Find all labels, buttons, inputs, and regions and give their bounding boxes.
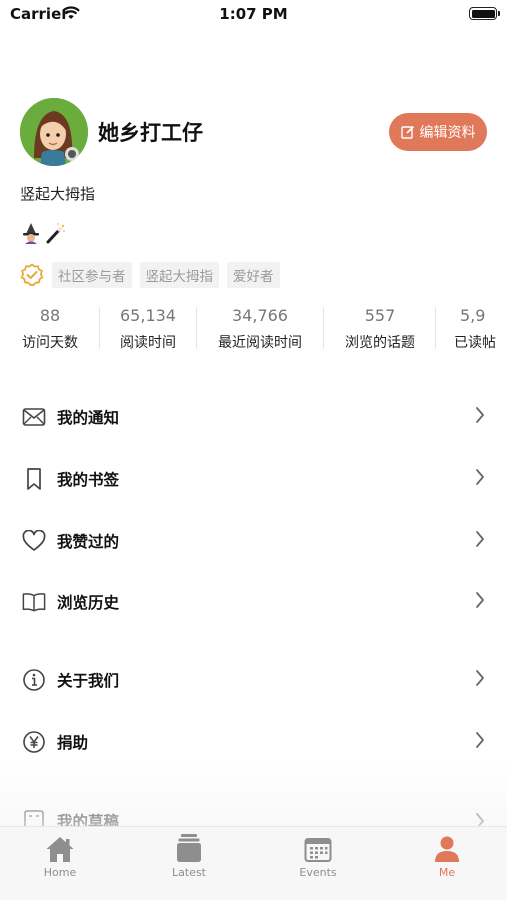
yen-icon: [22, 730, 46, 754]
username: 她乡打工仔: [98, 121, 203, 145]
stat-value: 65,134: [120, 306, 176, 325]
stat-value: 88: [39, 306, 61, 325]
badge-tag[interactable]: 社区参与者: [52, 262, 132, 288]
stat-value: 557: [364, 306, 396, 325]
stat-label: 已读帖: [454, 335, 496, 351]
stat-label: 访问天数: [22, 335, 78, 351]
stats-row: 88 访问天数 65,134 阅读时间 34,766 最近阅读时间 557 浏览…: [0, 303, 507, 355]
chevron-right-icon: [475, 731, 485, 753]
stat-value: 5,9: [460, 306, 486, 325]
menu-item-notifications[interactable]: 我的通知: [0, 397, 507, 437]
badge-tag[interactable]: 爱好者: [227, 262, 280, 288]
info-icon: [22, 668, 46, 692]
status-bar: Carrier 1:07 PM: [0, 0, 507, 30]
menu-item-label: 我的书签: [57, 471, 120, 489]
stat-value: 34,766: [232, 306, 288, 325]
menu-item-history[interactable]: 浏览历史: [0, 582, 507, 622]
battery-icon: [469, 7, 500, 20]
menu-item-label: 捐助: [57, 734, 89, 752]
magic-wand-emoji-icon: [45, 222, 67, 248]
stat-visit-days: 88 访问天数: [10, 303, 90, 355]
menu-item-liked[interactable]: 我赞过的: [0, 521, 507, 561]
badge-tag[interactable]: 竖起大拇指: [139, 262, 219, 288]
stack-icon: [149, 833, 229, 863]
bookmark-icon: [22, 467, 46, 491]
stat-divider: [435, 307, 436, 349]
stat-posts-read: 5,9 已读帖: [452, 303, 507, 355]
calendar-icon: [278, 833, 358, 863]
tab-home[interactable]: Home: [20, 833, 100, 879]
chevron-right-icon: [475, 406, 485, 428]
chevron-right-icon: [475, 591, 485, 613]
chevron-right-icon: [475, 669, 485, 691]
stat-read-time: 65,134 阅读时间: [104, 303, 192, 355]
tab-label: Latest: [172, 866, 206, 879]
stat-divider: [196, 307, 197, 349]
stat-topics-viewed: 557 浏览的话题: [330, 303, 430, 355]
heart-icon: [22, 529, 46, 553]
emoji-row: [20, 222, 67, 248]
tab-events[interactable]: Events: [278, 833, 358, 879]
edit-profile-button[interactable]: 编辑资料: [389, 113, 487, 151]
menu-item-label: 浏览历史: [57, 594, 120, 612]
menu-item-bookmarks[interactable]: 我的书签: [0, 459, 507, 499]
stat-label: 阅读时间: [120, 335, 176, 351]
menu-item-label: 关于我们: [57, 672, 120, 690]
chevron-right-icon: [475, 468, 485, 490]
tab-bar: Home Latest Events Me: [0, 826, 507, 900]
tab-latest[interactable]: Latest: [149, 833, 229, 879]
edit-profile-label: 编辑资料: [419, 125, 476, 141]
person-icon: [407, 833, 487, 863]
badges-row: 社区参与者 竖起大拇指 爱好者: [20, 262, 288, 288]
edit-icon: [400, 125, 414, 139]
clock: 1:07 PM: [219, 5, 288, 23]
avatar[interactable]: [20, 98, 88, 166]
menu-item-donate[interactable]: 捐助: [0, 722, 507, 762]
house-icon: [20, 833, 100, 863]
menu-item-label: 我的通知: [57, 409, 120, 427]
tab-label: Home: [43, 866, 77, 879]
chevron-right-icon: [475, 812, 485, 826]
menu-item-label: 我的草稿: [57, 813, 120, 826]
tab-label: Events: [299, 866, 337, 879]
tab-me[interactable]: Me: [407, 833, 487, 879]
chevron-right-icon: [475, 530, 485, 552]
menu-item-label: 我赞过的: [57, 533, 120, 551]
envelope-icon: [22, 405, 46, 429]
witch-emoji-icon: [20, 222, 42, 248]
tab-label: Me: [438, 866, 456, 879]
menu-item-about[interactable]: 关于我们: [0, 660, 507, 700]
book-icon: [22, 590, 46, 614]
drafts-icon: [22, 808, 46, 826]
stat-divider: [323, 307, 324, 349]
stat-divider: [99, 307, 100, 349]
menu-item-drafts[interactable]: 我的草稿: [0, 802, 507, 826]
verified-badge-icon: [20, 263, 44, 287]
bio: 竖起大拇指: [20, 185, 96, 203]
stat-recent-read-time: 34,766 最近阅读时间: [204, 303, 316, 355]
stat-label: 最近阅读时间: [218, 335, 302, 351]
stat-label: 浏览的话题: [345, 335, 415, 351]
